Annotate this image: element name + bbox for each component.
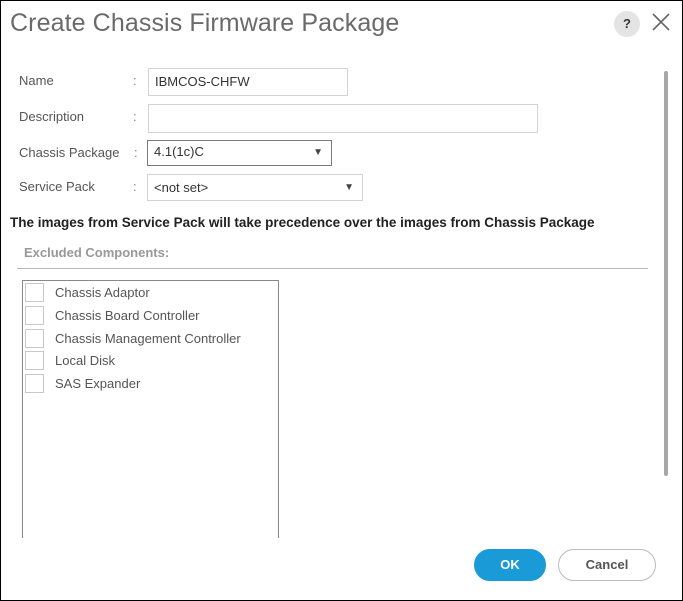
list-item-chassis-board-controller[interactable]: Chassis Board Controller: [25, 306, 275, 328]
checkbox[interactable]: [25, 329, 44, 348]
ok-button[interactable]: OK: [474, 549, 546, 581]
checkbox[interactable]: [25, 306, 44, 325]
name-colon: :: [133, 73, 137, 88]
checkbox[interactable]: [25, 374, 44, 393]
service-pack-label: Service Pack: [19, 179, 95, 194]
chassis-package-label: Chassis Package: [19, 145, 120, 160]
list-item-label: Chassis Adaptor: [55, 285, 150, 300]
chassis-package-value: 4.1(1c)C: [154, 144, 204, 159]
close-button[interactable]: [649, 10, 673, 34]
list-item-label: Chassis Board Controller: [55, 308, 200, 323]
excluded-components-list: Chassis Adaptor Chassis Board Controller…: [22, 280, 279, 538]
close-icon: [652, 13, 670, 31]
list-item-local-disk[interactable]: Local Disk: [25, 351, 275, 373]
checkbox[interactable]: [25, 283, 44, 302]
vertical-scrollbar[interactable]: [664, 71, 668, 476]
dialog-title: Create Chassis Firmware Package: [10, 9, 400, 37]
list-item-chassis-adaptor[interactable]: Chassis Adaptor: [25, 283, 275, 305]
excluded-components-heading: Excluded Components:: [24, 245, 170, 260]
checkbox[interactable]: [25, 351, 44, 370]
list-item-label: Local Disk: [55, 353, 115, 368]
list-item-sas-expander[interactable]: SAS Expander: [25, 374, 275, 396]
description-colon: :: [133, 109, 137, 124]
service-pack-colon: :: [133, 179, 137, 194]
dropdown-arrow-icon: ▼: [313, 147, 323, 158]
divider: [17, 268, 648, 269]
dropdown-arrow-icon: ▼: [344, 182, 354, 193]
chassis-package-select[interactable]: 4.1(1c)C ▼: [147, 140, 332, 166]
precedence-note: The images from Service Pack will take p…: [10, 215, 595, 230]
help-button[interactable]: ?: [614, 11, 640, 37]
service-pack-value: <not set>: [154, 180, 209, 195]
description-label: Description: [19, 109, 85, 124]
name-label: Name: [19, 73, 54, 88]
list-item-chassis-management-controller[interactable]: Chassis Management Controller: [25, 329, 275, 351]
chassis-package-colon: :: [134, 145, 138, 160]
service-pack-select[interactable]: <not set> ▼: [147, 174, 363, 201]
list-item-label: SAS Expander: [55, 376, 141, 391]
create-chassis-firmware-package-dialog: Create Chassis Firmware Package ? Name :…: [0, 0, 683, 601]
cancel-button[interactable]: Cancel: [558, 549, 656, 581]
name-input[interactable]: IBMCOS-CHFW: [148, 68, 348, 96]
list-item-label: Chassis Management Controller: [55, 331, 241, 346]
description-input[interactable]: [148, 104, 538, 133]
